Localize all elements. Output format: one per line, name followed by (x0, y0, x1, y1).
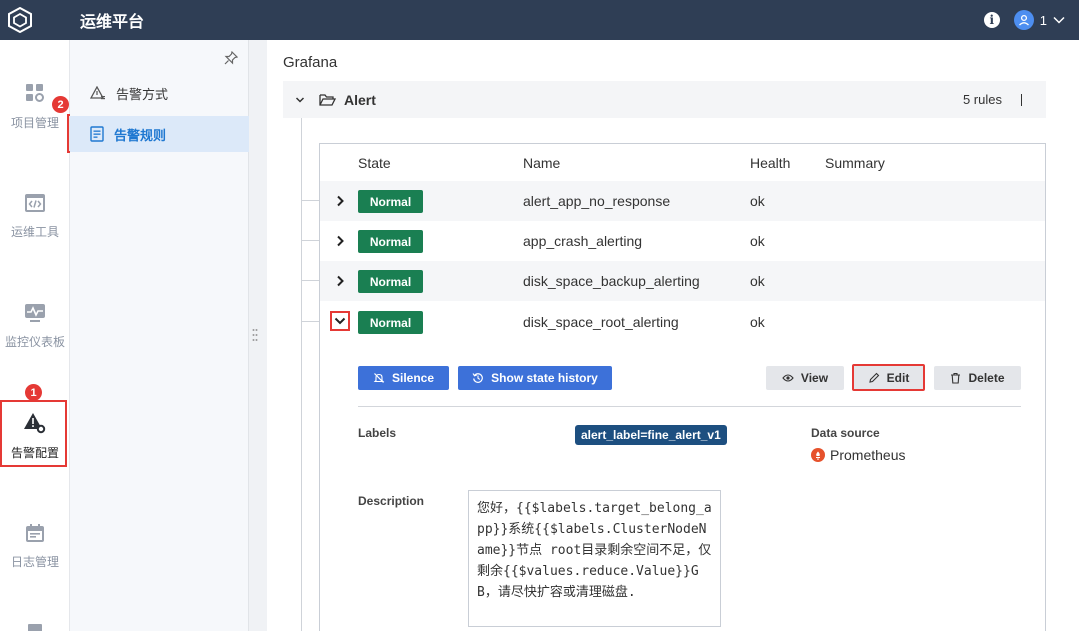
user-name: 1 (1039, 12, 1047, 28)
rules-table: State Name Health Summary Normal alert_a… (319, 143, 1046, 631)
monitor-pulse-icon (25, 303, 45, 322)
tree-branch (301, 280, 319, 281)
rail-label: 日志管理 (10, 554, 59, 569)
folder-open-icon (319, 93, 336, 106)
calendar-icon (26, 523, 44, 542)
chevron-down-icon[interactable] (330, 311, 350, 331)
logo-cube-icon[interactable] (0, 0, 40, 40)
user-avatar-icon (1013, 10, 1034, 30)
state-badge: Normal (358, 190, 423, 213)
state-badge: Normal (358, 230, 423, 253)
datasource-value[interactable]: Prometheus (811, 447, 905, 463)
history-label: Show state history (491, 371, 598, 385)
chevron-down-icon (1053, 16, 1065, 24)
state-badge: Normal (358, 270, 423, 293)
rail-label: 运维工具 (10, 224, 59, 239)
bell-slash-icon (373, 373, 385, 383)
sub-item-alert-rules[interactable]: 告警规则 (70, 116, 249, 152)
code-window-icon (25, 193, 45, 212)
rail-item-more[interactable] (0, 620, 70, 631)
sub-item-label: 告警方式 (116, 86, 169, 102)
annotation-box-1 (0, 400, 67, 467)
rule-name: app_crash_alerting (523, 233, 643, 249)
grid-gear-icon (26, 83, 44, 102)
separator (1021, 93, 1022, 106)
panel-resize-handle[interactable] (252, 328, 258, 346)
prometheus-icon (811, 448, 825, 462)
column-header-summary: Summary (825, 155, 885, 171)
tree-branch (301, 240, 319, 241)
pin-icon[interactable] (224, 50, 239, 68)
description-text: 您好，{{$labels.target_belong_app}}系统{{$lab… (468, 490, 721, 627)
datasource-name: Prometheus (830, 447, 906, 463)
table-row[interactable]: Normal disk_space_backup_alerting ok (320, 261, 1045, 301)
rail-label: 监控仪表板 (4, 334, 65, 349)
show-state-history-button[interactable]: Show state history (458, 366, 612, 390)
rule-count: 5 rules (962, 92, 1002, 107)
app-title: 运维平台 (80, 14, 145, 31)
view-button[interactable]: View (766, 366, 844, 390)
rule-health: ok (750, 314, 765, 330)
silence-button[interactable]: Silence (358, 366, 449, 390)
tree-branch (301, 321, 319, 322)
user-menu[interactable]: 1 (1013, 10, 1065, 30)
rule-health: ok (750, 233, 765, 249)
view-label: View (800, 371, 829, 385)
folder-name: Alert (344, 91, 376, 108)
pencil-icon (868, 372, 879, 383)
column-header-health: Health (750, 155, 791, 171)
chevron-right-icon[interactable] (332, 193, 348, 209)
page-title: Grafana (283, 54, 338, 71)
sub-item-alert-method[interactable]: 告警方式 (70, 75, 249, 111)
sub-item-label: 告警规则 (114, 127, 167, 143)
info-icon[interactable]: i (983, 12, 1000, 28)
sub-menu: 告警方式 告警规则 (70, 40, 249, 631)
labels-title: Labels (358, 426, 397, 440)
table-row[interactable]: Normal alert_app_no_response ok (320, 181, 1045, 221)
state-badge: Normal (358, 311, 423, 334)
left-rail: 项目管理 运维工具 监控仪表板 告警配置 日志管理 (0, 40, 70, 631)
datasource-title: Data source (811, 426, 880, 440)
tree-branch (301, 200, 319, 201)
more-icon (28, 624, 42, 631)
rail-label: 项目管理 (10, 115, 59, 130)
rule-name: alert_app_no_response (523, 193, 671, 209)
annotation-badge-1: 1 (25, 384, 42, 401)
rail-item-dashboard[interactable]: 监控仪表板 (0, 286, 70, 366)
rule-name: disk_space_root_alerting (523, 314, 679, 330)
rule-health: ok (750, 193, 765, 209)
folder-row[interactable]: Alert 5 rules (283, 81, 1046, 118)
edit-button[interactable]: Edit (852, 364, 925, 391)
alert-triangle-icon (90, 86, 105, 100)
document-list-icon (90, 126, 104, 142)
table-row[interactable]: Normal app_crash_alerting ok (320, 221, 1045, 261)
rule-name: disk_space_backup_alerting (523, 273, 700, 289)
column-header-name: Name (523, 155, 561, 171)
label-chip: alert_label=fine_alert_v1 (575, 425, 727, 445)
divider (358, 406, 1021, 407)
rail-item-log[interactable]: 日志管理 (0, 506, 70, 586)
delete-button[interactable]: Delete (934, 366, 1021, 390)
delete-label: Delete (968, 371, 1005, 385)
table-row[interactable]: Normal disk_space_root_alerting ok (320, 302, 1045, 342)
annotation-badge-2: 2 (52, 96, 69, 113)
chevron-right-icon[interactable] (332, 273, 348, 289)
chevron-down-icon[interactable] (295, 96, 305, 104)
description-title: Description (358, 494, 425, 508)
top-bar: 运维平台 i 1 (0, 0, 1079, 40)
rule-health: ok (750, 273, 765, 289)
eye-icon (782, 374, 794, 382)
main-content: Grafana Alert 5 rules State Name Health … (267, 40, 1079, 631)
history-icon (472, 373, 483, 383)
silence-label: Silence (391, 371, 435, 385)
trash-icon (951, 372, 961, 384)
rail-item-ops-tools[interactable]: 运维工具 (0, 176, 70, 256)
edit-label: Edit (886, 370, 910, 385)
chevron-right-icon[interactable] (332, 233, 348, 249)
column-header-state: State (358, 155, 391, 171)
tree-line (301, 118, 302, 631)
